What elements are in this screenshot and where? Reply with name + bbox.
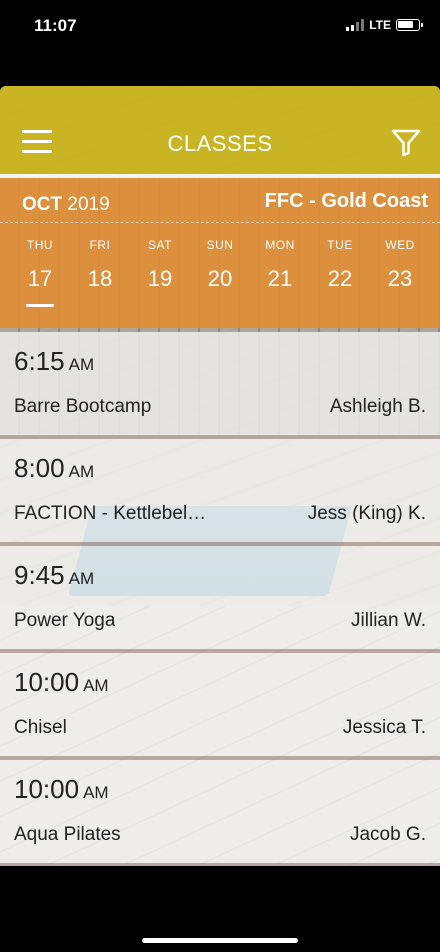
class-time: 10:00 AM [14, 667, 109, 697]
signal-icon [346, 19, 365, 31]
day-tue[interactable]: TUE 22 [310, 238, 370, 292]
day-sat[interactable]: SAT 19 [130, 238, 190, 292]
location-selector[interactable]: FFC - Gold Coast [265, 190, 428, 213]
class-name: Barre Bootcamp [14, 396, 152, 417]
instructor-name: Ashleigh B. [329, 396, 426, 417]
class-name: FACTION - Kettlebel… [14, 503, 207, 524]
class-row[interactable]: 8:00 AM FACTION - Kettlebel… Jess (King) … [0, 439, 440, 546]
day-thu[interactable]: THU 17 [10, 238, 70, 307]
page-title: CLASSES [167, 131, 273, 156]
status-indicators: LTE [346, 18, 423, 32]
class-row[interactable]: 10:00 AM Aqua Pilates Jacob G. [0, 760, 440, 866]
instructor-name: Jacob G. [349, 824, 426, 845]
battery-icon [396, 19, 423, 31]
class-name: Chisel [14, 717, 67, 738]
day-sun[interactable]: SUN 20 [190, 238, 250, 292]
class-row[interactable]: 9:45 AM Power Yoga Jillian W. [0, 546, 440, 653]
class-row[interactable]: 6:15 AM Barre Bootcamp Ashleigh B. [0, 332, 440, 439]
class-time: 6:15 AM [14, 346, 95, 376]
instructor-name: Jessica T. [342, 717, 426, 738]
class-time: 9:45 AM [14, 560, 95, 590]
day-fri[interactable]: FRI 18 [70, 238, 130, 292]
class-time: 10:00 AM [14, 774, 109, 804]
day-selector: THU 17 FRI 18 SAT 19 SUN 20 MON 21 TUE 22 WED 2… [10, 238, 430, 307]
home-indicator[interactable] [142, 938, 298, 943]
top-bar: CLASSES [0, 86, 440, 174]
dashed-divider [0, 222, 440, 223]
instructor-name: Jillian W. [351, 610, 426, 631]
day-wed[interactable]: WED 23 [370, 238, 430, 292]
class-row[interactable]: 10:00 AM Chisel Jessica T. [0, 653, 440, 760]
month-year[interactable]: OCT 2019 [22, 194, 110, 216]
status-bar: 11:07 LTE [0, 0, 440, 50]
class-time: 8:00 AM [14, 453, 95, 483]
class-name: Power Yoga [14, 610, 116, 631]
status-time: 11:07 [34, 16, 77, 35]
instructor-name: Jess (King) K. [307, 503, 426, 524]
class-list: 6:15 AM Barre Bootcamp Ashleigh B. 8:00 AM… [0, 332, 440, 866]
filter-icon[interactable] [390, 126, 422, 158]
class-name: Aqua Pilates [14, 824, 121, 845]
day-mon[interactable]: MON 21 [250, 238, 310, 292]
network-label: LTE [369, 18, 391, 32]
date-bar: OCT 2019 FFC - Gold Coast THU 17 FRI 18 SA… [0, 178, 440, 328]
app-screen: CLASSES OCT 2019 FFC - Gold Coast THU 17 … [0, 86, 440, 866]
